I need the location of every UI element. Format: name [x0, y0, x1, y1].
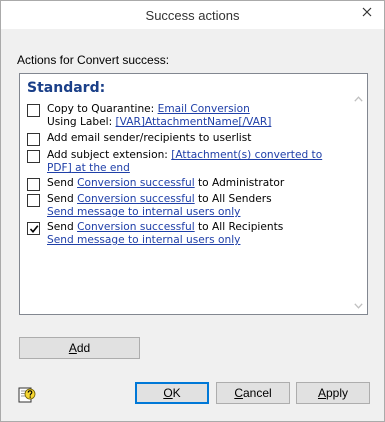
apply-button-accelerator: A [317, 386, 326, 400]
action-label: to Administrator [194, 177, 285, 189]
checkbox-copy-to-quarantine[interactable] [27, 104, 40, 117]
apply-button[interactable]: Apply [296, 382, 370, 404]
checkmark-icon [29, 224, 38, 233]
scroll-down-button[interactable] [350, 297, 367, 314]
section-title-standard: Standard: [27, 80, 106, 96]
internal-users-only-link[interactable]: Send message to internal users only [47, 206, 240, 218]
help-icon [18, 387, 36, 403]
close-button[interactable] [358, 2, 376, 22]
action-label: Send [47, 221, 78, 233]
subject-extension-link[interactable]: [Attachment(s) converted to [171, 149, 322, 161]
action-label: to All Senders [194, 193, 272, 205]
vertical-scrollbar[interactable] [350, 74, 367, 314]
message-template-link[interactable]: Conversion successful [77, 193, 195, 205]
message-template-link[interactable]: Conversion successful [77, 177, 195, 189]
action-label: Using Label: [47, 116, 116, 128]
window-title: Success actions [145, 8, 240, 23]
action-label: Add subject extension: [47, 149, 172, 161]
ok-button[interactable]: OK [135, 382, 209, 404]
label-variable-link[interactable]: [VAR]AttachmentName[/VAR] [116, 116, 272, 128]
cancel-button-label: ancel [242, 386, 272, 400]
scroll-up-button[interactable] [350, 90, 367, 107]
checkbox-send-to-all-recipients[interactable] [27, 222, 40, 235]
action-label: Send [47, 193, 78, 205]
checkbox-add-subject-extension[interactable] [27, 150, 40, 163]
ok-button-label: K [172, 386, 181, 400]
message-template-link[interactable]: Conversion successful [77, 221, 195, 233]
close-icon [362, 7, 372, 17]
cancel-button[interactable]: Cancel [216, 382, 290, 404]
help-button[interactable] [16, 384, 38, 406]
checkbox-send-to-all-senders[interactable] [27, 194, 40, 207]
extension-position-link[interactable]: at the end [72, 162, 130, 174]
ok-button-accelerator: O [163, 386, 173, 400]
cancel-button-accelerator: C [234, 386, 243, 400]
subject-extension-link-cont[interactable]: PDF] [47, 162, 72, 174]
internal-users-only-link[interactable]: Send message to internal users only [47, 234, 240, 246]
apply-button-label: pply [326, 386, 349, 400]
action-label: Send [47, 177, 78, 189]
action-label: Copy to Quarantine: [47, 103, 158, 115]
add-button[interactable]: Add [19, 337, 140, 359]
checkbox-add-to-userlist[interactable] [27, 133, 40, 146]
action-label: to All Recipients [194, 221, 284, 233]
add-button-label: dd [76, 341, 91, 355]
scroll-up-icon [354, 95, 363, 102]
checkbox-send-to-administrator[interactable] [27, 178, 40, 191]
action-label: Add email sender/recipients to userlist [47, 132, 252, 144]
add-button-accelerator: A [68, 341, 77, 355]
scroll-down-icon [354, 302, 363, 309]
success-actions-dialog: Success actions Actions for Convert succ… [0, 0, 385, 422]
quarantine-folder-link[interactable]: Email Conversion [158, 103, 250, 115]
title-bar: Success actions [1, 1, 384, 30]
actions-group-label: Actions for Convert success: [17, 53, 170, 67]
actions-list-content: Standard: Copy to Quarantine: Email Conv… [20, 74, 350, 314]
actions-list[interactable]: Standard: Copy to Quarantine: Email Conv… [19, 73, 368, 315]
